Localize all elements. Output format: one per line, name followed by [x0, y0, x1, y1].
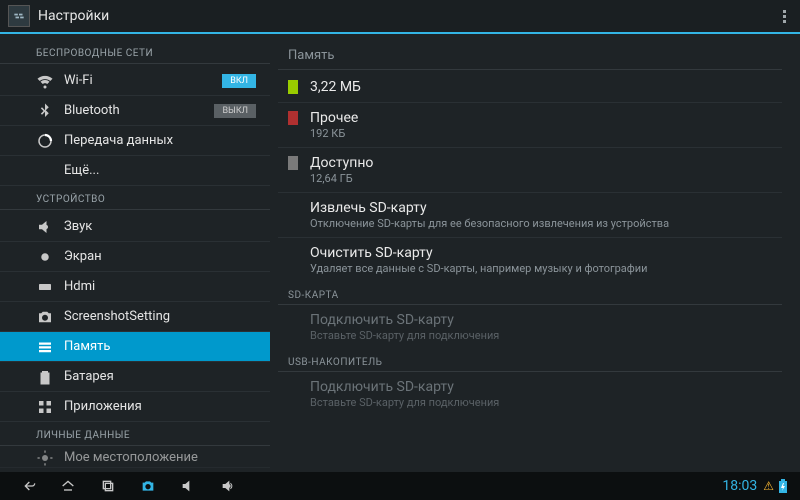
notification-icon[interactable]: ⚠	[763, 479, 774, 493]
sidebar-item-battery[interactable]: Батарея	[0, 362, 270, 392]
apps-icon	[36, 398, 54, 416]
storage-item-available[interactable]: Доступно 12,64 ГБ	[278, 148, 782, 193]
wifi-icon	[36, 72, 54, 90]
sidebar-item-label: ScreenshotSetting	[64, 309, 270, 324]
divider	[278, 69, 782, 70]
section-usb-storage: USB-НАКОПИТЕЛЬ	[278, 349, 782, 372]
sidebar-item-more[interactable]: Ещё...	[0, 156, 270, 186]
app-icon	[8, 5, 30, 27]
storage-item-apps[interactable]: 3,22 МБ	[278, 72, 782, 103]
screenshot-button[interactable]	[128, 472, 168, 500]
item-subtitle: Вставьте SD-карту для подключения	[310, 396, 499, 410]
color-swatch-icon	[288, 80, 298, 94]
sidebar-item-data-usage[interactable]: Передача данных	[0, 126, 270, 156]
spacer	[288, 244, 298, 245]
mount-sd-item: Подключить SD-карту Вставьте SD-карту дл…	[278, 305, 782, 349]
sidebar-item-bluetooth[interactable]: Bluetooth ВЫКЛ	[0, 96, 270, 126]
storage-icon	[36, 338, 54, 356]
item-subtitle: Вставьте SD-карту для подключения	[310, 329, 499, 343]
sidebar-item-label: Передача данных	[64, 133, 270, 148]
spacer	[288, 311, 298, 312]
camera-icon	[36, 308, 54, 326]
storage-item-other[interactable]: Прочее 192 КБ	[278, 103, 782, 148]
sidebar-item-label: Wi-Fi	[64, 73, 222, 88]
item-title: Прочее	[310, 109, 358, 127]
detail-header: Память	[278, 40, 782, 69]
sidebar-item-label: Приложения	[64, 399, 270, 414]
sidebar-item-sound[interactable]: Звук	[0, 212, 270, 242]
overflow-menu-button[interactable]	[777, 4, 792, 29]
clock[interactable]: 18:03	[722, 478, 757, 494]
battery-status-icon[interactable]	[778, 479, 788, 493]
wifi-toggle[interactable]: ВКЛ	[222, 74, 256, 88]
data-usage-icon	[36, 132, 54, 150]
home-button[interactable]	[48, 472, 88, 500]
sidebar-item-label: Ещё...	[64, 163, 270, 178]
eject-sd-item[interactable]: Извлечь SD-карту Отключение SD-карты для…	[278, 193, 782, 238]
color-swatch-icon	[288, 156, 298, 170]
sidebar-item-label: Память	[64, 339, 270, 354]
item-subtitle: Удаляет все данные с SD-карты, например …	[310, 262, 647, 276]
category-device: УСТРОЙСТВО	[0, 186, 270, 210]
item-subtitle: Отключение SD-карты для ее безопасного и…	[310, 217, 669, 231]
sidebar-item-label: Hdmi	[64, 279, 270, 294]
item-title: Доступно	[310, 154, 373, 172]
item-subtitle: 12,64 ГБ	[310, 172, 373, 186]
back-button[interactable]	[8, 472, 48, 500]
volume-down-button[interactable]	[168, 472, 208, 500]
sidebar-item-screenshot[interactable]: ScreenshotSetting	[0, 302, 270, 332]
volume-up-button[interactable]	[208, 472, 248, 500]
location-icon	[36, 449, 54, 467]
sidebar-item-wifi[interactable]: Wi-Fi ВКЛ	[0, 66, 270, 96]
system-navigation-bar: 18:03 ⚠	[0, 472, 800, 500]
category-wireless: БЕСПРОВОДНЫЕ СЕТИ	[0, 40, 270, 64]
sidebar-item-apps[interactable]: Приложения	[0, 392, 270, 422]
display-icon	[36, 248, 54, 266]
section-sd-card: SD-КАРТА	[278, 282, 782, 305]
settings-sidebar: БЕСПРОВОДНЫЕ СЕТИ Wi-Fi ВКЛ Bluetooth ВЫ…	[0, 34, 270, 472]
sidebar-item-hdmi[interactable]: Hdmi	[0, 272, 270, 302]
sidebar-item-label: Мое местоположение	[64, 450, 270, 465]
sound-icon	[36, 218, 54, 236]
content: БЕСПРОВОДНЫЕ СЕТИ Wi-Fi ВКЛ Bluetooth ВЫ…	[0, 34, 800, 472]
recent-apps-button[interactable]	[88, 472, 128, 500]
item-title: Подключить SD-карту	[310, 311, 499, 329]
detail-pane: Память 3,22 МБ Прочее 192 КБ Доступно 12…	[270, 34, 800, 472]
spacer	[288, 378, 298, 379]
action-bar: Настройки	[0, 0, 800, 34]
item-title: Очистить SD-карту	[310, 244, 647, 262]
item-title: Извлечь SD-карту	[310, 199, 669, 217]
sidebar-item-display[interactable]: Экран	[0, 242, 270, 272]
sidebar-item-label: Батарея	[64, 369, 270, 384]
mount-usb-item: Подключить SD-карту Вставьте SD-карту дл…	[278, 372, 782, 416]
bluetooth-icon	[36, 102, 54, 120]
storage-size: 3,22 МБ	[310, 78, 361, 96]
bluetooth-toggle[interactable]: ВЫКЛ	[214, 104, 256, 118]
sidebar-item-location[interactable]: Мое местоположение	[0, 448, 270, 468]
item-subtitle: 192 КБ	[310, 127, 358, 141]
spacer	[288, 199, 298, 200]
category-personal: ЛИЧНЫЕ ДАННЫЕ	[0, 422, 270, 446]
hdmi-icon	[36, 278, 54, 296]
sidebar-item-label: Экран	[64, 249, 270, 264]
sidebar-item-label: Звук	[64, 219, 270, 234]
erase-sd-item[interactable]: Очистить SD-карту Удаляет все данные с S…	[278, 238, 782, 282]
color-swatch-icon	[288, 111, 298, 125]
battery-icon	[36, 368, 54, 386]
sidebar-item-label: Bluetooth	[64, 103, 214, 118]
page-title: Настройки	[38, 8, 109, 24]
item-title: Подключить SD-карту	[310, 378, 499, 396]
sidebar-item-storage[interactable]: Память	[0, 332, 270, 362]
